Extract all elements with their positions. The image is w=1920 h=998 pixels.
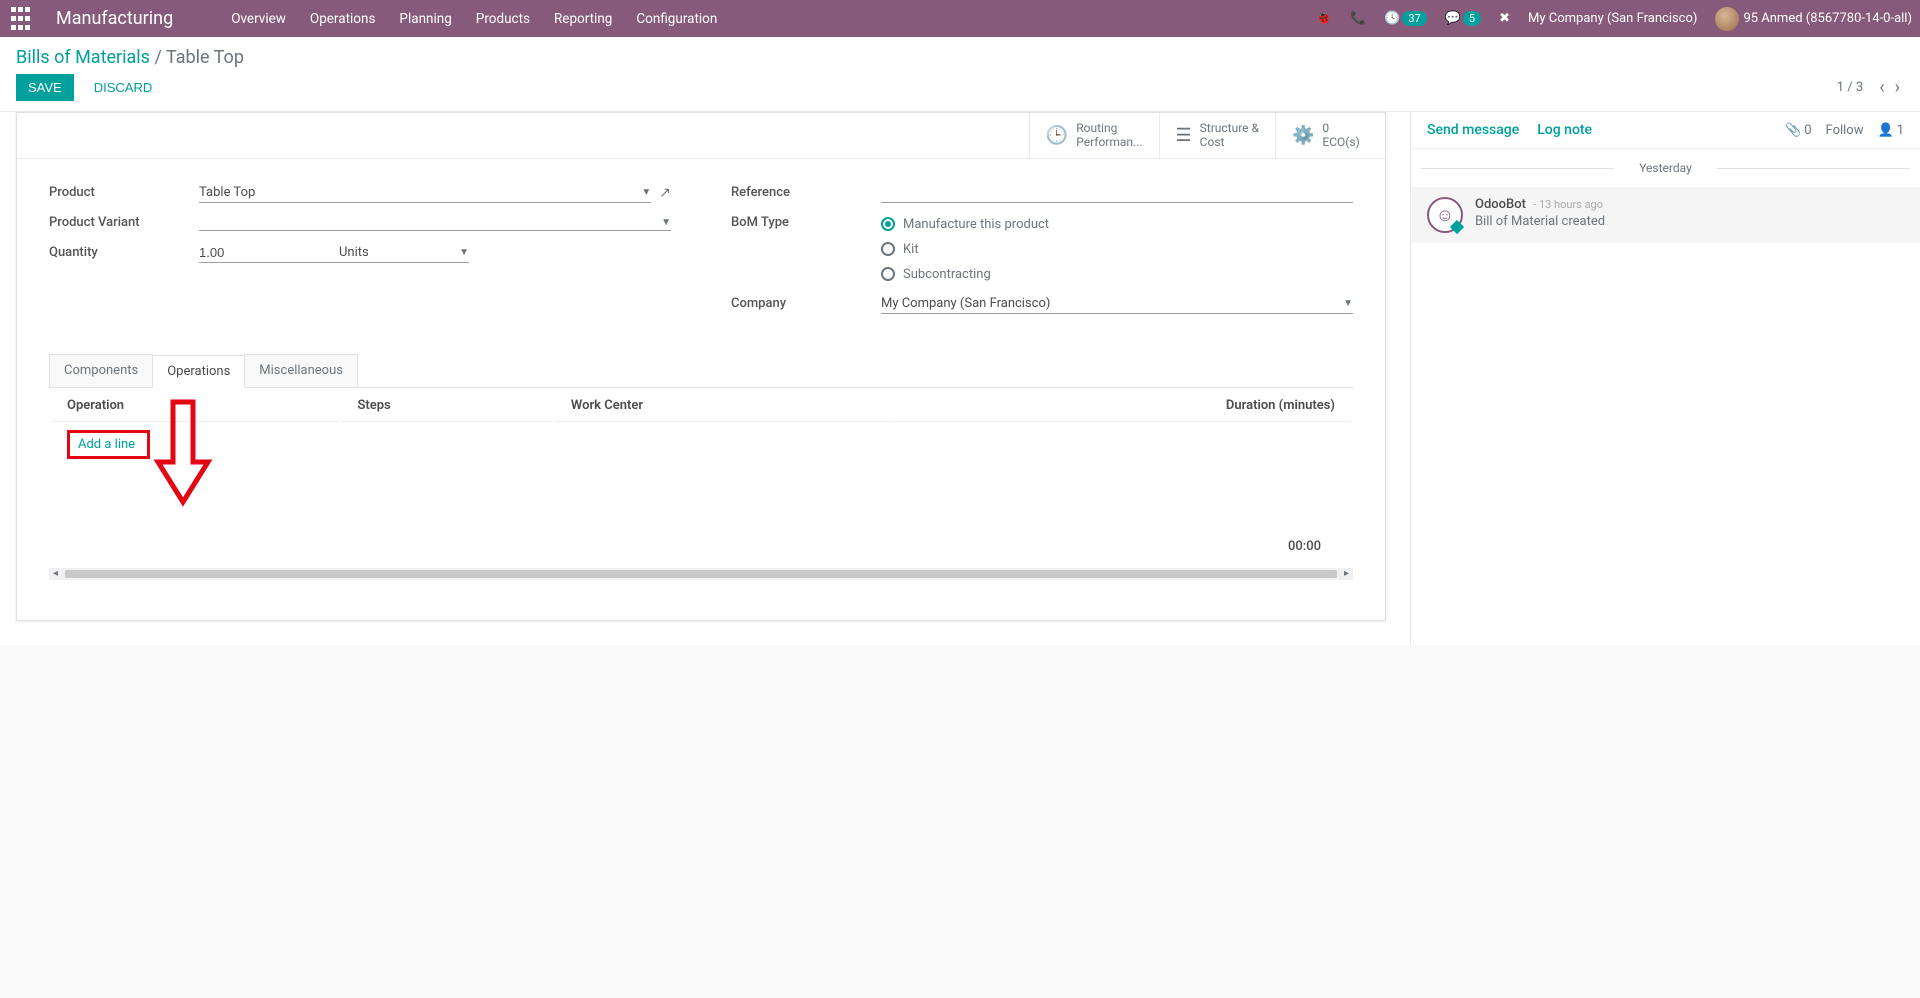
apps-icon[interactable] xyxy=(8,7,32,31)
paperclip-icon: 📎 xyxy=(1785,123,1801,138)
nav-planning[interactable]: Planning xyxy=(389,7,461,31)
follow-button[interactable]: Follow xyxy=(1826,123,1864,138)
tools-icon[interactable]: ✖ xyxy=(1499,11,1510,26)
user-name: 95 Anmed (8567780-14-0-all) xyxy=(1743,11,1912,26)
radio-kit[interactable]: Kit xyxy=(881,242,1353,257)
horizontal-scrollbar[interactable]: ◂ ▸ xyxy=(49,568,1353,580)
nav-reporting[interactable]: Reporting xyxy=(544,7,622,31)
reference-input[interactable] xyxy=(881,183,1353,203)
tab-miscellaneous[interactable]: Miscellaneous xyxy=(244,354,358,387)
variant-field[interactable]: ▼ xyxy=(199,215,671,231)
radio-unchecked-icon xyxy=(881,242,895,256)
label-company: Company xyxy=(731,296,881,311)
chevron-down-icon: ▼ xyxy=(641,187,651,198)
user-menu[interactable]: 95 Anmed (8567780-14-0-all) xyxy=(1715,7,1912,31)
message-time: - 13 hours ago xyxy=(1533,198,1603,211)
add-a-line-link[interactable]: Add a line xyxy=(78,437,135,452)
breadcrumb-current: Table Top xyxy=(166,47,244,68)
label-variant: Product Variant xyxy=(49,215,199,230)
pager-prev-icon[interactable]: ‹ xyxy=(1875,77,1888,98)
log-note-button[interactable]: Log note xyxy=(1537,122,1592,138)
control-panel: Bills of Materials / Table Top Save Disc… xyxy=(0,37,1920,112)
col-workcenter: Work Center xyxy=(555,390,892,422)
topbar: Manufacturing Overview Operations Planni… xyxy=(0,0,1920,37)
breadcrumb-sep: / xyxy=(154,47,161,68)
annotation-highlight-box: Add a line xyxy=(67,430,150,459)
systray: 🐞 📞 🕓37 💬5 ✖ My Company (San Francisco) … xyxy=(1316,7,1912,31)
nav-overview[interactable]: Overview xyxy=(221,7,296,31)
pager-next-icon[interactable]: › xyxy=(1891,77,1904,98)
tab-components[interactable]: Components xyxy=(49,354,153,387)
scroll-right-icon[interactable]: ▸ xyxy=(1344,568,1349,579)
phone-icon[interactable]: 📞 xyxy=(1350,11,1366,26)
chevron-down-icon: ▼ xyxy=(459,247,469,258)
nav-products[interactable]: Products xyxy=(466,7,540,31)
person-icon: 👤 xyxy=(1878,123,1894,138)
label-quantity: Quantity xyxy=(49,245,199,260)
nav-configuration[interactable]: Configuration xyxy=(626,7,727,31)
company-switcher[interactable]: My Company (San Francisco) xyxy=(1528,11,1697,26)
chevron-down-icon: ▼ xyxy=(1343,298,1353,309)
scroll-left-icon[interactable]: ◂ xyxy=(53,568,58,579)
label-reference: Reference xyxy=(731,185,881,200)
content: 🕒 RoutingPerforman... ☰ Structure &Cost … xyxy=(0,112,1920,645)
main-nav: Overview Operations Planning Products Re… xyxy=(221,7,727,31)
form-sheet: 🕒 RoutingPerforman... ☰ Structure &Cost … xyxy=(16,112,1386,621)
radio-subcontracting[interactable]: Subcontracting xyxy=(881,267,1353,282)
tabs: Components Operations Miscellaneous xyxy=(49,354,1353,387)
tab-content-operations: Operation Steps Work Center Duration (mi… xyxy=(49,387,1353,580)
attachments-button[interactable]: 📎0 xyxy=(1785,123,1812,138)
chevron-down-icon: ▼ xyxy=(661,217,671,228)
company-field[interactable]: My Company (San Francisco) ▼ xyxy=(881,294,1353,314)
stat-eco[interactable]: ⚙️ 0ECO(s) xyxy=(1275,113,1385,158)
app-brand: Manufacturing xyxy=(56,8,173,29)
send-message-button[interactable]: Send message xyxy=(1427,122,1519,138)
message-item: ☺ OdooBot - 13 hours ago Bill of Materia… xyxy=(1411,187,1920,243)
breadcrumb: Bills of Materials / Table Top xyxy=(16,47,1904,68)
quantity-input[interactable] xyxy=(199,243,339,263)
external-link-icon[interactable]: ↗ xyxy=(659,185,671,201)
button-box: 🕒 RoutingPerforman... ☰ Structure &Cost … xyxy=(17,113,1385,159)
annotation-arrow-icon xyxy=(158,402,208,516)
activities-badge: 37 xyxy=(1402,11,1426,26)
list-icon: ☰ xyxy=(1176,125,1192,146)
chatter: Send message Log note 📎0 Follow 👤1 Yeste… xyxy=(1410,112,1920,645)
day-separator: Yesterday xyxy=(1411,149,1920,187)
radio-checked-icon xyxy=(881,217,895,231)
product-field[interactable]: Table Top ▼ xyxy=(199,183,651,203)
breadcrumb-parent[interactable]: Bills of Materials xyxy=(16,47,150,68)
radio-unchecked-icon xyxy=(881,267,895,281)
clock-icon: 🕒 xyxy=(1046,125,1068,146)
discard-button[interactable]: Discard xyxy=(82,74,165,101)
tab-operations[interactable]: Operations xyxy=(152,355,245,388)
stat-routing-performance[interactable]: 🕒 RoutingPerforman... xyxy=(1029,113,1159,158)
pager: 1 / 3 ‹ › xyxy=(1837,77,1904,98)
message-author: OdooBot xyxy=(1475,197,1526,212)
gears-icon: ⚙️ xyxy=(1292,125,1314,146)
radio-manufacture[interactable]: Manufacture this product xyxy=(881,217,1353,232)
col-steps: Steps xyxy=(341,390,552,422)
messages-badge: 5 xyxy=(1463,11,1481,26)
label-bom-type: BoM Type xyxy=(731,215,881,230)
messages-icon[interactable]: 💬5 xyxy=(1445,11,1481,26)
uom-field[interactable]: Units ▼ xyxy=(339,243,469,263)
message-subject: Bill of Material created xyxy=(1475,214,1605,229)
save-button[interactable]: Save xyxy=(16,74,74,101)
bot-avatar-icon: ☺ xyxy=(1427,197,1463,233)
pager-text[interactable]: 1 / 3 xyxy=(1837,80,1863,95)
duration-total: 00:00 xyxy=(49,529,1353,564)
followers-button[interactable]: 👤1 xyxy=(1878,123,1905,138)
label-product: Product xyxy=(49,185,199,200)
avatar-icon xyxy=(1715,7,1739,31)
stat-structure-cost[interactable]: ☰ Structure &Cost xyxy=(1159,113,1275,158)
col-duration: Duration (minutes) xyxy=(894,390,1351,422)
activities-icon[interactable]: 🕓37 xyxy=(1384,11,1427,26)
debug-icon[interactable]: 🐞 xyxy=(1316,11,1332,26)
nav-operations[interactable]: Operations xyxy=(300,7,386,31)
